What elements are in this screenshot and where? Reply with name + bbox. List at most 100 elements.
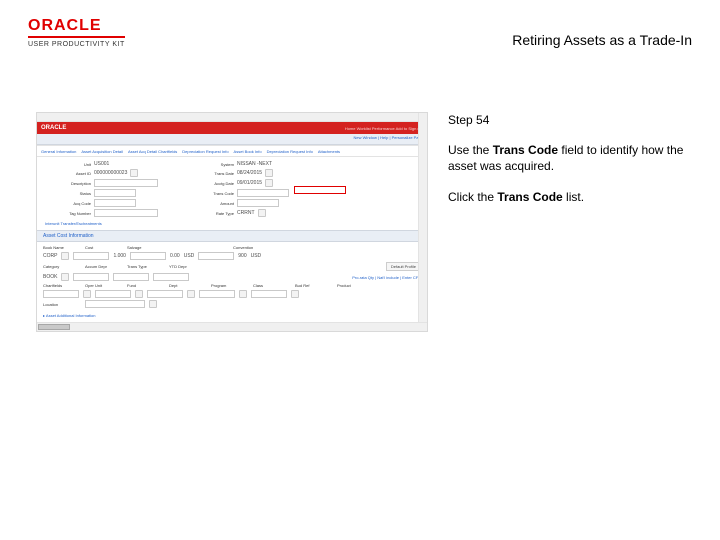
lookup-icon[interactable] (239, 290, 247, 298)
tab-acq-chart[interactable]: Asset Acq Detail Chartfields (128, 149, 177, 154)
cost-field[interactable] (73, 252, 109, 260)
lookup-icon[interactable] (149, 300, 157, 308)
trtype-label: Trans Type (127, 264, 165, 269)
desc-label: Description (45, 181, 91, 186)
instruction-panel: Step 54 Use the Trans Code field to iden… (448, 112, 692, 332)
lookup-icon[interactable] (291, 290, 299, 298)
lookup-icon[interactable] (83, 290, 91, 298)
toolbar-row: New Window | Help | Personalize Page (37, 134, 427, 145)
amount-label: Amount (188, 201, 234, 206)
page-title: Retiring Assets as a Trade-In (512, 32, 692, 48)
cost-value: 1.000 (113, 253, 126, 259)
bookname-value: CORP (43, 253, 57, 259)
left-column: UnitUS001 Asset ID000000000023 Descripti… (45, 161, 158, 226)
conv-label: Convention (233, 245, 271, 250)
step-label: Step 54 (448, 112, 692, 128)
assetid-value: 000000000023 (94, 170, 127, 176)
tag-field[interactable] (94, 209, 158, 217)
prog-label: Program (211, 283, 249, 288)
trtype-field[interactable] (113, 273, 149, 281)
bud-label: Bud Ref (295, 283, 333, 288)
interunit-link[interactable]: Interunit Transfer/Escheatments (45, 221, 102, 226)
chart-field[interactable] (43, 290, 79, 298)
salvage-label: Salvage (127, 245, 165, 250)
toolbar-links[interactable]: New Window | Help | Personalize Page (354, 135, 423, 140)
fund-label: Fund (127, 283, 165, 288)
tab-general[interactable]: General Information (41, 149, 76, 154)
salvage-field[interactable] (130, 252, 166, 260)
instruction-1: Use the Trans Code field to identify how… (448, 142, 692, 174)
upk-subtitle: USER PRODUCTIVITY KIT (28, 41, 125, 48)
location-field[interactable] (85, 300, 145, 308)
chart-label: Chartfields (43, 283, 81, 288)
fund-field[interactable] (147, 290, 183, 298)
ratetype-label: Rate Type (188, 211, 234, 216)
category-label: Category (43, 264, 81, 269)
cost-label: Cost (85, 245, 123, 250)
unit-label: Unit (45, 162, 91, 167)
oracle-logo: ORACLE (28, 18, 125, 38)
ytd-label: YTD Depr (169, 264, 207, 269)
acctgdate-value: 09/01/2015 (237, 180, 262, 186)
tab-attachments[interactable]: Attachments (318, 149, 340, 154)
transcode-label: Trans Code (188, 191, 234, 196)
oper-field[interactable] (95, 290, 131, 298)
book-value: BOOK (43, 274, 57, 280)
right-column: SystemNISSAN -NEXT Trans Date08/24/2015 … (188, 161, 289, 226)
status-field[interactable] (94, 189, 136, 197)
conv-value: 900 (238, 253, 246, 259)
calendar-icon[interactable] (265, 169, 273, 177)
currency2: USD (251, 253, 262, 259)
instruction-2: Click the Trans Code list. (448, 189, 692, 205)
prog-field[interactable] (251, 290, 287, 298)
assetid-label: Asset ID (45, 171, 91, 176)
ytd-field[interactable] (153, 273, 189, 281)
dept-field[interactable] (199, 290, 235, 298)
acq-label: Acq Code (45, 201, 91, 206)
acctgdate-label: Acctg Date (188, 181, 234, 186)
asset-cost-header: Asset Cost Information (37, 230, 427, 242)
conv-field[interactable] (198, 252, 234, 260)
accum-field[interactable] (73, 273, 109, 281)
tab-depr-req-2[interactable]: Depreciation Request Info (267, 149, 313, 154)
app-brand: ORACLE (41, 125, 66, 131)
accum-label: Accum Depr (85, 264, 123, 269)
vertical-scrollbar[interactable] (418, 113, 427, 323)
app-menu[interactable]: Home Worklist Performance Add to Sign ou… (345, 126, 423, 131)
transdate-value: 08/24/2015 (237, 170, 262, 176)
transcode-field[interactable] (237, 189, 289, 197)
system-label: System (188, 162, 234, 167)
bookname-label: Book Name (43, 245, 81, 250)
product-label: Product (337, 283, 375, 288)
lookup-icon[interactable] (61, 273, 69, 281)
tab-strip[interactable]: General Information Asset Acquisition De… (37, 145, 427, 157)
asset-additional-link[interactable]: ▸ Asset Additional Information (43, 313, 96, 318)
system-value: NISSAN -NEXT (237, 161, 272, 167)
calendar-icon[interactable] (265, 179, 273, 187)
lookup-icon[interactable] (130, 169, 138, 177)
default-profile-button[interactable]: Default Profile (386, 262, 421, 271)
screenshot-panel: ORACLE Home Worklist Performance Add to … (36, 112, 428, 332)
amount-field[interactable] (237, 199, 279, 207)
lookup-icon[interactable] (187, 290, 195, 298)
lookup-icon[interactable] (135, 290, 143, 298)
desc-field[interactable] (94, 179, 158, 187)
class-label: Class (253, 283, 291, 288)
currency1: USD (184, 253, 195, 259)
tab-depr-req[interactable]: Depreciation Request Info (182, 149, 228, 154)
acq-field[interactable] (94, 199, 136, 207)
lookup-icon[interactable] (258, 209, 266, 217)
tag-label: Tag Number (45, 211, 91, 216)
location-label: Location (43, 302, 81, 307)
browser-chrome (37, 113, 427, 122)
ratetype-value: CRRNT (237, 210, 255, 216)
tab-acq-detail[interactable]: Asset Acquisition Detail (81, 149, 123, 154)
tab-book-info[interactable]: Asset Book Info (234, 149, 262, 154)
physical-link[interactable]: Pro-rata Qty | Nat'l include | Enter CF'… (352, 275, 421, 280)
transdate-label: Trans Date (188, 171, 234, 176)
status-label: Status (45, 191, 91, 196)
unit-value: US001 (94, 161, 109, 167)
lookup-icon[interactable] (61, 252, 69, 260)
salvage-value: 0.00 (170, 253, 180, 259)
horizontal-scrollbar[interactable] (37, 323, 419, 331)
